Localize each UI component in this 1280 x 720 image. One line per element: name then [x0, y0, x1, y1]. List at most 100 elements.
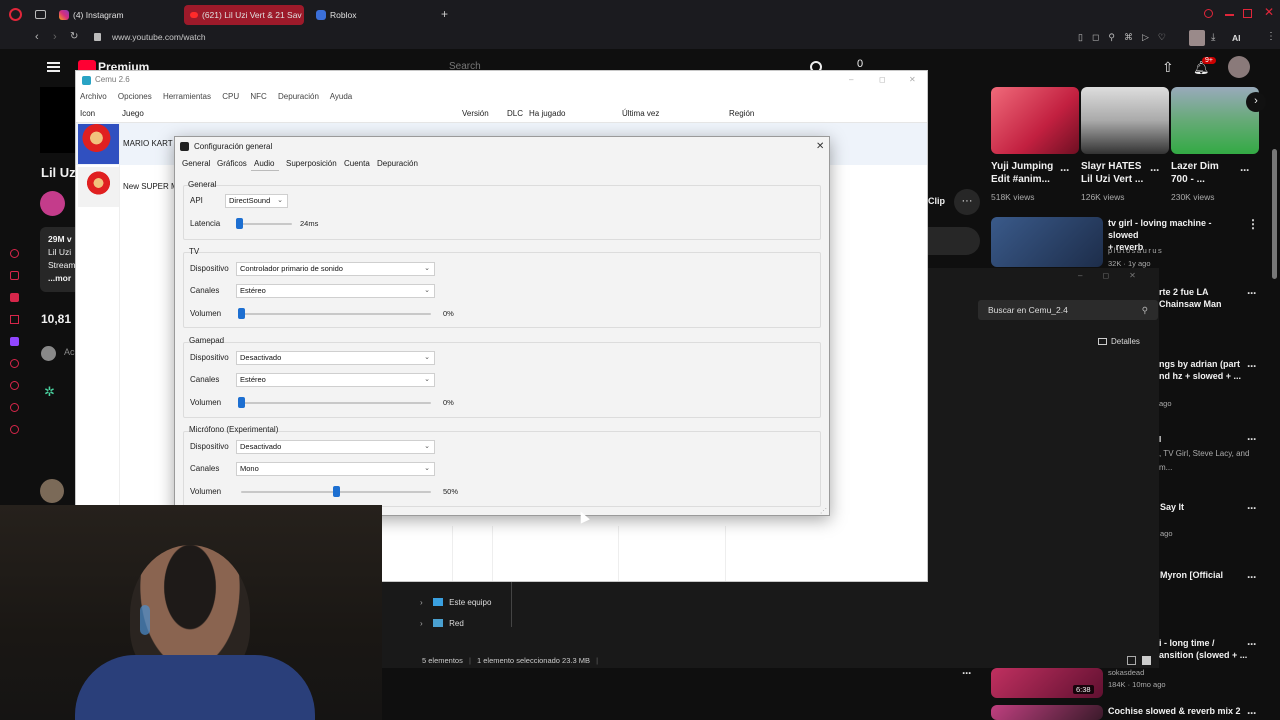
tab-cuenta[interactable]: Cuenta — [344, 159, 370, 168]
channel-avatar[interactable] — [40, 191, 65, 216]
video-title[interactable]: rte 2 fue LA Chainsaw Man — [1159, 286, 1249, 310]
new-tab-button[interactable]: + — [441, 7, 448, 21]
rail-icon[interactable] — [10, 293, 19, 302]
dialog-close-button[interactable]: ✕ — [816, 137, 824, 157]
tab-youtube[interactable]: (621) Lil Uzi Vert & 21 Sav — [184, 5, 304, 25]
hamburger-icon[interactable] — [47, 62, 60, 72]
shorts-thumbnail[interactable] — [991, 87, 1079, 154]
search-tabs-icon[interactable] — [1204, 9, 1213, 18]
mic-device-select[interactable]: Desactivado ⌄ — [236, 440, 435, 454]
cemu-maximize-button[interactable]: ◻ — [879, 71, 886, 89]
twitch-icon[interactable] — [10, 337, 19, 346]
tv-volume-slider[interactable] — [241, 313, 431, 315]
menu-cpu[interactable]: CPU — [222, 92, 239, 101]
more-icon[interactable]: ··· — [1247, 432, 1257, 446]
nav-tree-item[interactable]: › Red — [420, 619, 464, 628]
rail-icon[interactable] — [10, 271, 19, 280]
tab-general[interactable]: General — [182, 159, 210, 168]
ai-label[interactable]: AI — [1232, 33, 1241, 43]
resize-grip-icon[interactable]: ⋰ — [820, 507, 827, 515]
latency-slider-handle[interactable] — [236, 218, 243, 229]
tv-volume-slider-handle[interactable] — [238, 308, 245, 319]
more-icon[interactable]: ··· — [1240, 163, 1250, 177]
upload-icon[interactable]: ⇧ — [1162, 59, 1174, 76]
url-field[interactable]: www.youtube.com/watch — [112, 32, 206, 42]
menu-opciones[interactable]: Opciones — [118, 92, 152, 101]
api-select[interactable]: DirectSound ⌄ — [225, 194, 288, 208]
col-juego[interactable]: Juego — [122, 109, 144, 118]
col-version[interactable]: Versión — [462, 109, 489, 118]
gamepad-channels-select[interactable]: Estéreo ⌄ — [236, 373, 435, 387]
more-icon[interactable]: ··· — [962, 666, 972, 680]
description-box[interactable]: 29M v Lil Uzi Stream ...mor — [40, 227, 75, 292]
col-ultima-vez[interactable]: Última vez — [622, 109, 659, 118]
mic-volume-slider-handle[interactable] — [333, 486, 340, 497]
next-arrow-icon[interactable]: › — [1246, 92, 1266, 112]
gamepad-volume-slider[interactable] — [241, 402, 431, 404]
video-channel[interactable]: sokasdead — [1108, 668, 1144, 677]
minimize-window-button[interactable] — [1225, 14, 1234, 16]
cemu-close-button[interactable]: ✕ — [909, 71, 916, 89]
video-title[interactable]: ngs by adrian (part nd hz + slowed + ... — [1159, 358, 1249, 382]
rail-icon[interactable] — [10, 249, 19, 258]
clip-button[interactable]: Clip — [928, 196, 945, 206]
shorts-thumbnail[interactable] — [1171, 87, 1259, 154]
latency-slider[interactable] — [237, 223, 292, 225]
rail-icon[interactable] — [10, 359, 19, 368]
more-icon[interactable]: ··· — [1150, 163, 1160, 177]
more-icon[interactable]: ⋮ — [1247, 217, 1259, 231]
account-avatar[interactable] — [1228, 56, 1250, 78]
short-title[interactable]: Lazer Dim 700 - ... — [1171, 160, 1246, 186]
more-icon[interactable]: ··· — [1247, 286, 1257, 300]
page-scrollbar[interactable] — [1272, 149, 1277, 279]
tab-audio[interactable]: Audio — [254, 159, 274, 168]
col-dlc[interactable]: DLC — [507, 109, 523, 118]
mic-channels-select[interactable]: Mono ⌄ — [236, 462, 435, 476]
video-title[interactable]: Myron [Official — [1160, 569, 1250, 582]
explorer-search-input[interactable]: Buscar en Cemu_2.4 ⚲ — [978, 300, 1158, 320]
workspaces-icon[interactable] — [35, 10, 46, 19]
rail-icon[interactable] — [10, 403, 19, 412]
rail-icon[interactable] — [10, 315, 19, 324]
more-icon[interactable]: ··· — [1247, 637, 1257, 651]
short-title[interactable]: Slayr HATES Lil Uzi Vert ... — [1081, 160, 1156, 186]
gamepad-volume-slider-handle[interactable] — [238, 397, 245, 408]
menu-nfc[interactable]: NFC — [250, 92, 266, 101]
more-icon[interactable]: ··· — [1060, 163, 1070, 177]
close-window-button[interactable]: ✕ — [1264, 5, 1274, 19]
add-comment-field[interactable]: Ac — [64, 347, 75, 357]
video-player[interactable] — [40, 87, 75, 153]
view-details-icon[interactable] — [1127, 656, 1136, 665]
tv-device-select[interactable]: Controlador primario de sonido ⌄ — [236, 262, 435, 276]
tv-channels-select[interactable]: Estéreo ⌄ — [236, 284, 435, 298]
action-pill[interactable] — [928, 227, 980, 255]
tab-superposicion[interactable]: Superposición — [286, 159, 337, 168]
cemu-minimize-button[interactable]: – — [849, 71, 853, 89]
more-icon[interactable]: ··· — [1247, 706, 1257, 720]
tab-graficos[interactable]: Gráficos — [217, 159, 247, 168]
menu-depuracion[interactable]: Depuración — [278, 92, 319, 101]
menu-icon[interactable]: ⋮ — [1266, 31, 1276, 42]
forward-icon[interactable]: › — [53, 31, 57, 43]
profile-avatar[interactable] — [1189, 30, 1205, 46]
download-icon[interactable]: ⤓ — [1211, 32, 1215, 43]
gamepad-device-select[interactable]: Desactivado ⌄ — [236, 351, 435, 365]
menu-ayuda[interactable]: Ayuda — [330, 92, 353, 101]
more-icon[interactable]: ··· — [1247, 570, 1257, 584]
short-title[interactable]: Yuji Jumping Edit #anim... — [991, 160, 1066, 186]
maximize-window-button[interactable] — [1243, 9, 1252, 18]
view-tiles-icon[interactable] — [1142, 656, 1151, 665]
menu-herramientas[interactable]: Herramientas — [163, 92, 211, 101]
back-icon[interactable]: ‹ — [35, 31, 39, 43]
video-title[interactable]: l, TV Girl, Steve Lacy, and m... — [1159, 433, 1259, 475]
video-thumbnail[interactable] — [991, 217, 1103, 267]
video-channel[interactable]: plutosaurus — [1108, 246, 1163, 255]
col-icon[interactable]: Icon — [80, 109, 95, 118]
tab-instagram[interactable]: (4) Instagram — [55, 5, 180, 25]
col-ha-jugado[interactable]: Ha jugado — [529, 109, 565, 118]
video-title[interactable]: Say It — [1160, 501, 1250, 514]
shorts-thumbnail[interactable] — [1081, 87, 1169, 154]
menu-archivo[interactable]: Archivo — [80, 92, 107, 101]
video-thumbnail[interactable] — [991, 705, 1103, 720]
opera-logo-icon[interactable] — [9, 8, 22, 21]
